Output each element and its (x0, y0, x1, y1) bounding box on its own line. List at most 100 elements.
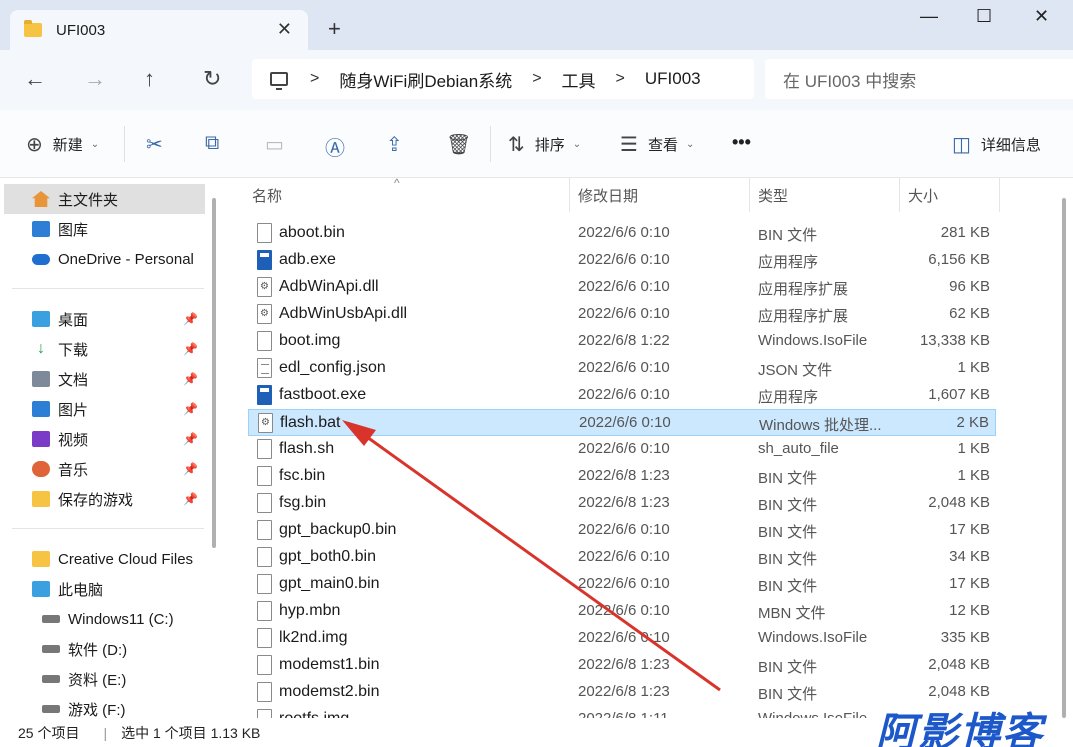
sidebar-item-documents[interactable]: 文档 📌 (0, 364, 210, 394)
file-row[interactable]: adb.exe 2022/6/6 0:10 应用程序 6,156 KB (248, 247, 996, 274)
tab-ufi003[interactable]: UFI003 ✕ (10, 10, 308, 50)
minimize-button[interactable]: — (920, 6, 938, 27)
file-name: modemst1.bin (279, 656, 380, 673)
pin-icon[interactable]: 📌 (183, 492, 198, 506)
file-row[interactable]: hyp.mbn 2022/6/6 0:10 MBN 文件 12 KB (248, 598, 996, 625)
column-header-name[interactable]: 名称 ^ (244, 178, 570, 212)
address-bar[interactable]: > 随身WiFi刷Debian系统 > 工具 > UFI003 (252, 59, 754, 99)
sidebar-item-onedrive[interactable]: OneDrive - Personal (0, 244, 210, 274)
sidebar-item-label: 保存的游戏 (58, 491, 134, 509)
sidebar-item-this-pc[interactable]: 此电脑 (0, 574, 210, 604)
close-tab-icon[interactable]: ✕ (277, 19, 292, 40)
file-row[interactable]: aboot.bin 2022/6/6 0:10 BIN 文件 281 KB (248, 220, 996, 247)
details-pane-button[interactable]: ◫ 详细信息 (952, 132, 1041, 157)
file-type: 应用程序 (758, 389, 819, 406)
breadcrumb-item[interactable]: UFI003 (645, 69, 701, 89)
sidebar-item-label: Windows11 (C:) (68, 610, 174, 628)
sidebar-item-desktop[interactable]: 桌面 📌 (0, 304, 210, 334)
sidebar-item-videos[interactable]: 视频 📌 (0, 424, 210, 454)
file-size: 62 KB (949, 305, 990, 322)
sidebar-item-drive-e[interactable]: 资料 (E:) (0, 664, 210, 694)
file-row[interactable]: fastboot.exe 2022/6/6 0:10 应用程序 1,607 KB (248, 382, 996, 409)
file-row[interactable]: modemst1.bin 2022/6/8 1:23 BIN 文件 2,048 KB (248, 652, 996, 679)
copy-button[interactable]: ⧉ (205, 132, 229, 155)
forward-button[interactable]: → (84, 66, 106, 92)
sidebar-item-saved-games[interactable]: 保存的游戏 📌 (0, 484, 210, 514)
pin-icon[interactable]: 📌 (183, 462, 198, 476)
sidebar-scrollbar[interactable] (212, 198, 216, 548)
executable-file-icon (257, 250, 272, 270)
breadcrumb-item[interactable]: 随身WiFi刷Debian系统 (339, 67, 512, 92)
new-button[interactable]: ⊕ 新建 ⌄ (26, 132, 99, 157)
sidebar-item-gallery[interactable]: 图库 (0, 214, 210, 244)
pin-icon[interactable]: 📌 (183, 432, 198, 446)
sidebar-item-creative-cloud[interactable]: Creative Cloud Files (0, 544, 210, 574)
file-type: BIN 文件 (758, 686, 818, 703)
file-row[interactable]: gpt_both0.bin 2022/6/6 0:10 BIN 文件 34 KB (248, 544, 996, 571)
file-icon (257, 439, 272, 459)
view-button[interactable]: ☰ 查看 ⌄ (620, 132, 694, 157)
file-row[interactable]: flash.bat 2022/6/6 0:10 Windows 批处理... 2 KB (248, 409, 996, 436)
file-date: 2022/6/6 0:10 (578, 278, 670, 295)
sidebar-item-label: 视频 (58, 431, 89, 449)
file-row[interactable]: gpt_main0.bin 2022/6/6 0:10 BIN 文件 17 KB (248, 571, 996, 598)
file-row[interactable]: lk2nd.img 2022/6/6 0:10 Windows.IsoFile 335… (248, 625, 996, 652)
pin-icon[interactable]: 📌 (183, 312, 198, 326)
sidebar-item-pictures[interactable]: 图片 📌 (0, 394, 210, 424)
file-row[interactable]: AdbWinUsbApi.dll 2022/6/6 0:10 应用程序扩展 62 KB (248, 301, 996, 328)
file-size: 12 KB (949, 602, 990, 619)
file-type: 应用程序扩展 (758, 308, 849, 325)
sidebar-item-downloads[interactable]: ↓ 下载 📌 (0, 334, 210, 364)
text-file-icon (257, 358, 272, 378)
share-button[interactable]: ⇪ (386, 132, 413, 157)
column-header-type[interactable]: 类型 (750, 178, 900, 212)
file-row[interactable]: boot.img 2022/6/8 1:22 Windows.IsoFile 13,3… (248, 328, 996, 355)
cut-button[interactable]: ✂ (146, 132, 173, 157)
breadcrumb-separator[interactable]: > (310, 70, 319, 88)
pin-icon[interactable]: 📌 (183, 372, 198, 386)
sort-button[interactable]: ⇅ 排序 ⌄ (508, 132, 581, 157)
file-row[interactable]: fsc.bin 2022/6/8 1:23 BIN 文件 1 KB (248, 463, 996, 490)
file-row[interactable]: flash.sh 2022/6/6 0:10 sh_auto_file 1 KB (248, 436, 996, 463)
file-type: Windows.IsoFile (758, 332, 868, 349)
delete-button[interactable]: 🗑 (446, 132, 481, 157)
paste-button[interactable]: ▭ (265, 132, 294, 157)
sidebar-item-drive-d[interactable]: 软件 (D:) (0, 634, 210, 664)
new-label: 新建 (52, 137, 83, 154)
breadcrumb-separator[interactable]: > (532, 70, 541, 88)
close-window-button[interactable]: ✕ (1034, 6, 1049, 27)
file-type: BIN 文件 (758, 578, 818, 595)
back-button[interactable]: ← (24, 66, 46, 92)
pin-icon[interactable]: 📌 (183, 342, 198, 356)
breadcrumb-separator[interactable]: > (616, 70, 625, 88)
file-row[interactable]: edl_config.json 2022/6/6 0:10 JSON 文件 1 KB (248, 355, 996, 382)
search-input[interactable]: 在 UFI003 中搜索 C (765, 59, 1073, 99)
navigation-bar: ← → ↑ ↻ > 随身WiFi刷Debian系统 > 工具 > UFI003 … (0, 50, 1073, 110)
breadcrumb-item[interactable]: 工具 (562, 67, 596, 92)
pin-icon[interactable]: 📌 (183, 402, 198, 416)
file-row[interactable]: AdbWinApi.dll 2022/6/6 0:10 应用程序扩展 96 KB (248, 274, 996, 301)
folder-icon (32, 491, 50, 507)
file-list-scrollbar[interactable] (1062, 198, 1066, 718)
sidebar-item-label: 游戏 (F:) (68, 701, 126, 719)
sidebar-item-music[interactable]: 音乐 📌 (0, 454, 210, 484)
sidebar-item-label: OneDrive - Personal (58, 250, 194, 268)
sidebar-item-home[interactable]: 主文件夹 (4, 184, 205, 214)
column-header-size[interactable]: 大小 (900, 178, 1000, 212)
rename-button[interactable]: Ⓐ (325, 132, 355, 161)
up-button[interactable]: ↑ (144, 66, 155, 92)
file-row[interactable]: gpt_backup0.bin 2022/6/6 0:10 BIN 文件 17 KB (248, 517, 996, 544)
file-icon (257, 466, 272, 486)
file-row[interactable]: fsg.bin 2022/6/8 1:23 BIN 文件 2,048 KB (248, 490, 996, 517)
file-icon (257, 331, 272, 351)
column-header-date[interactable]: 修改日期 (570, 178, 750, 212)
file-size: 281 KB (940, 224, 990, 241)
sidebar-item-label: 此电脑 (58, 581, 104, 599)
sidebar-item-drive-c[interactable]: Windows11 (C:) (0, 604, 210, 634)
file-name: fsg.bin (279, 494, 327, 511)
more-options-button[interactable]: ••• (732, 132, 751, 153)
new-tab-button[interactable]: + (328, 16, 341, 42)
refresh-button[interactable]: ↻ (203, 66, 221, 92)
maximize-button[interactable]: ☐ (976, 6, 992, 27)
item-count: 25 个项目 (18, 724, 80, 741)
